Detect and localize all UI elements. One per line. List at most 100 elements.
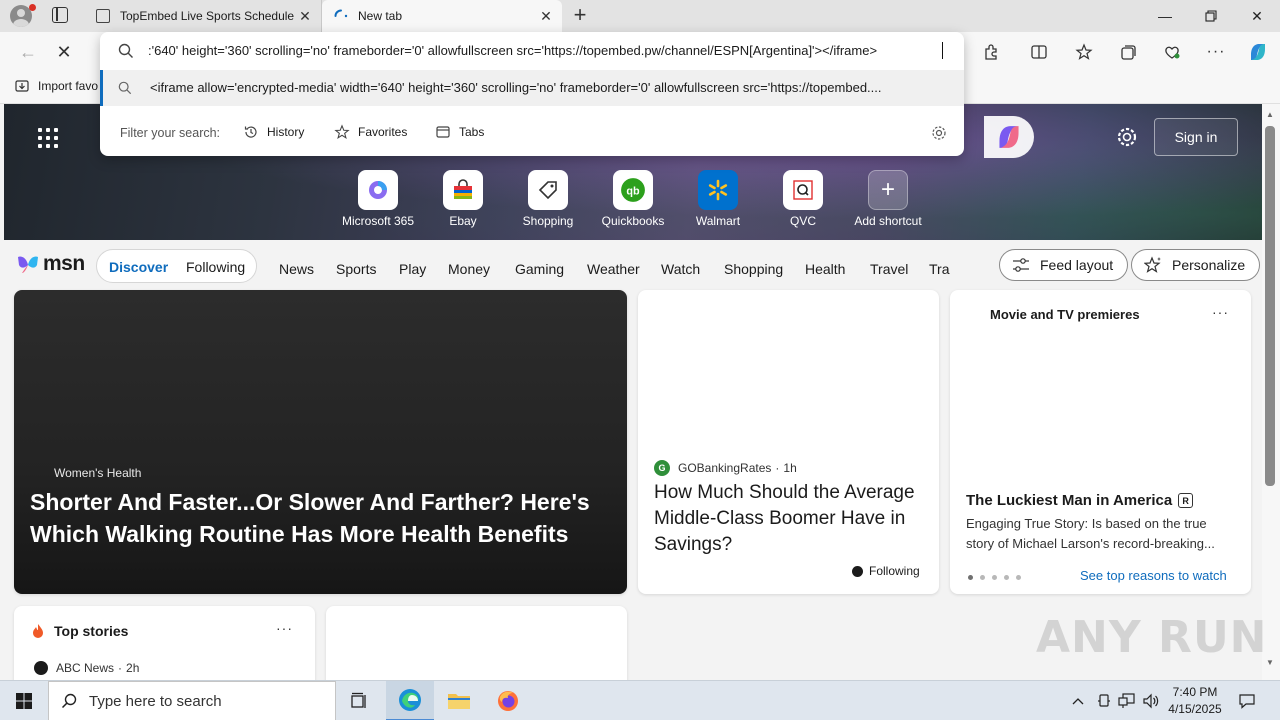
clock-time: 7:40 PM xyxy=(1172,685,1218,699)
close-tab-icon[interactable]: ✕ xyxy=(538,8,554,25)
category-money[interactable]: Money xyxy=(448,261,490,277)
page-settings-gear-icon[interactable] xyxy=(1116,126,1138,148)
story-headline[interactable]: Shorter And Faster...Or Slower And Farth… xyxy=(30,486,615,550)
restore-icon[interactable] xyxy=(1188,0,1234,32)
close-tab-icon[interactable]: ✕ xyxy=(297,8,313,25)
shortcut-label: Add shortcut xyxy=(854,214,922,228)
star-icon xyxy=(334,124,350,139)
import-favorites-link[interactable]: Import favo xyxy=(14,78,98,94)
loading-spinner-icon xyxy=(334,9,348,18)
minimize-icon[interactable]: — xyxy=(1142,0,1188,32)
collections-icon[interactable] xyxy=(1116,40,1140,64)
more-options-icon[interactable]: ··· xyxy=(276,620,293,636)
taskbar-search-placeholder: Type here to search xyxy=(89,692,222,710)
category-sports[interactable]: Sports xyxy=(336,261,376,277)
taskbar-search-box[interactable]: Type here to search xyxy=(48,681,336,720)
favorites-star-icon[interactable] xyxy=(1072,40,1096,64)
edge-taskbar-button[interactable] xyxy=(386,681,434,720)
sign-in-button[interactable]: Sign in xyxy=(1154,118,1238,156)
pivot-discover[interactable]: Discover xyxy=(109,259,168,275)
personalize-button[interactable]: Personalize xyxy=(1131,249,1261,281)
firefox-button[interactable] xyxy=(484,681,532,720)
filter-tabs-label: Tabs xyxy=(459,125,485,139)
feed-layout-button[interactable]: Feed layout xyxy=(999,249,1129,281)
device-icon[interactable] xyxy=(1094,681,1114,720)
shortcut-label: QVC xyxy=(789,214,816,228)
see-top-reasons-link[interactable]: See top reasons to watch xyxy=(1080,568,1227,583)
app-launcher-icon[interactable] xyxy=(38,128,58,148)
suggestion-row[interactable]: <iframe allow='encrypted-media' width='6… xyxy=(100,70,964,106)
movie-title[interactable]: The Luckiest Man in America R xyxy=(966,492,1194,509)
taskbar-clock[interactable]: 7:40 PM 4/15/2025 xyxy=(1160,684,1230,718)
back-arrow-icon[interactable]: ← xyxy=(16,40,40,64)
category-news[interactable]: News xyxy=(279,261,314,277)
category-watch[interactable]: Watch xyxy=(661,261,700,277)
add-shortcut-button[interactable]: + Add shortcut xyxy=(843,170,933,228)
placeholder-card xyxy=(326,606,627,680)
start-button[interactable] xyxy=(0,681,48,720)
carousel-dots[interactable] xyxy=(968,575,1028,580)
story-card[interactable]: G GOBankingRates · 1h How Much Should th… xyxy=(638,290,939,594)
stop-loading-icon[interactable]: ✕ xyxy=(52,40,76,64)
close-window-icon[interactable]: ✕ xyxy=(1234,0,1280,32)
category-traffic[interactable]: Tra xyxy=(929,261,951,277)
show-hidden-icons-chevron-icon[interactable] xyxy=(1068,681,1088,720)
search-icon xyxy=(61,693,77,709)
category-play[interactable]: Play xyxy=(399,261,426,277)
volume-icon[interactable] xyxy=(1140,681,1162,720)
pivot-following[interactable]: Following xyxy=(186,259,245,275)
scroll-thumb[interactable] xyxy=(1265,126,1275,486)
filter-tabs[interactable]: Tabs xyxy=(435,124,484,140)
tab-actions-icon[interactable] xyxy=(52,7,68,23)
following-button[interactable]: Following xyxy=(852,564,920,578)
tab-new-tab[interactable]: New tab ✕ xyxy=(322,0,562,32)
browser-essentials-icon[interactable] xyxy=(1160,40,1184,64)
new-tab-plus-icon[interactable]: + xyxy=(570,4,590,26)
filter-favorites[interactable]: Favorites xyxy=(334,124,407,140)
copilot-search-button[interactable] xyxy=(984,116,1034,158)
page-scrollbar[interactable]: ▲ ▼ xyxy=(1262,104,1280,680)
shortcut-shopping[interactable]: Shopping xyxy=(503,170,593,228)
category-health[interactable]: Health xyxy=(805,261,845,277)
category-weather[interactable]: Weather xyxy=(587,261,640,277)
notification-dot xyxy=(29,4,36,11)
msn-wordmark: msn xyxy=(43,252,85,275)
category-shopping[interactable]: Shopping xyxy=(724,261,783,277)
copilot-icon[interactable] xyxy=(1246,40,1270,64)
task-view-button[interactable] xyxy=(336,681,384,720)
shortcut-quickbooks[interactable]: qb Quickbooks xyxy=(588,170,678,228)
rating-badge: R xyxy=(1178,493,1194,508)
msn-logo[interactable]: msn xyxy=(16,252,85,276)
hero-story-card[interactable]: Women's Health Shorter And Faster...Or S… xyxy=(14,290,627,594)
tab-topembed[interactable]: TopEmbed Live Sports Schedule ✕ xyxy=(84,0,322,32)
source-name: GOBankingRates xyxy=(678,461,772,475)
search-settings-gear-icon[interactable] xyxy=(931,125,947,141)
category-travel[interactable]: Travel xyxy=(870,261,908,277)
story-headline[interactable]: How Much Should the Average Middle-Class… xyxy=(654,480,926,558)
movie-premieres-card[interactable]: Movie and TV premieres ··· The Luckiest … xyxy=(950,290,1251,594)
address-bar-dropdown: :'640' height='360' scrolling='no' frame… xyxy=(100,32,964,156)
shortcut-microsoft-365[interactable]: Microsoft 365 xyxy=(333,170,423,228)
more-options-icon[interactable]: ··· xyxy=(1212,304,1229,320)
split-screen-icon[interactable] xyxy=(1027,40,1051,64)
filter-history[interactable]: History xyxy=(243,124,304,140)
address-input[interactable]: :'640' height='360' scrolling='no' frame… xyxy=(100,32,964,70)
clock-date: 4/15/2025 xyxy=(1168,702,1222,716)
scroll-up-arrow-icon[interactable]: ▲ xyxy=(1266,110,1274,119)
copilot-icon xyxy=(999,126,1019,148)
checkmark-icon xyxy=(852,565,863,577)
extensions-icon[interactable] xyxy=(979,40,1003,64)
shortcut-qvc[interactable]: QVC xyxy=(758,170,848,228)
file-explorer-button[interactable] xyxy=(435,681,483,720)
shortcut-ebay[interactable]: Ebay xyxy=(418,170,508,228)
shortcut-walmart[interactable]: Walmart xyxy=(673,170,763,228)
network-icon[interactable] xyxy=(1116,681,1138,720)
notification-center-icon[interactable] xyxy=(1236,681,1258,720)
msn-navigation: msn Discover Following News Sports Play … xyxy=(4,240,1262,290)
gobankingrates-logo-icon: G xyxy=(654,460,670,476)
more-options-icon[interactable]: ··· xyxy=(1204,40,1228,64)
category-gaming[interactable]: Gaming xyxy=(515,261,564,277)
import-favorites-label: Import favo xyxy=(38,79,99,93)
qvc-icon xyxy=(793,180,813,200)
movie-title-text: The Luckiest Man in America xyxy=(966,492,1173,509)
